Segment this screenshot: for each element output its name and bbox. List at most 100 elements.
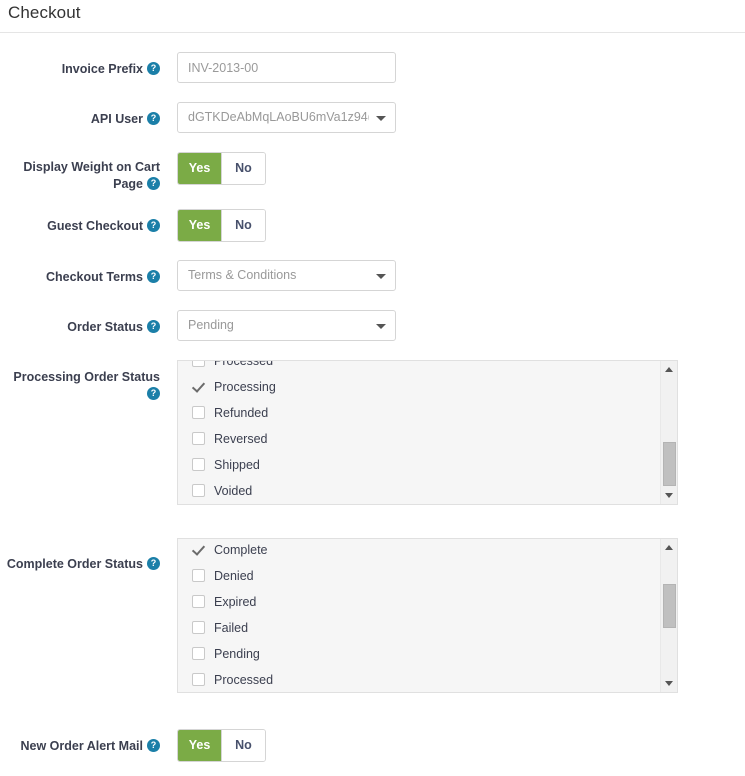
checkbox-icon[interactable] — [192, 361, 205, 368]
complete-order-status-listbox[interactable]: Complete Denied Expired Failed Pending Proces… — [177, 538, 678, 693]
control-display-weight: Yes No — [177, 152, 266, 185]
checkbox-icon[interactable] — [192, 406, 205, 420]
list-item[interactable]: Reversed — [178, 426, 660, 452]
title-divider — [0, 32, 745, 33]
list-item[interactable]: Denied — [178, 563, 660, 589]
label-checkout-terms: Checkout Terms? — [0, 269, 160, 286]
list-item[interactable]: Voided — [178, 478, 660, 504]
label-invoice-prefix-text: Invoice Prefix — [61, 62, 143, 77]
label-display-weight: Display Weight on Cart Page? — [0, 159, 160, 193]
list-item-label: Complete — [214, 543, 268, 557]
complete-order-status-viewport: Complete Denied Expired Failed Pending Proces… — [178, 539, 660, 692]
help-icon[interactable]: ? — [147, 270, 160, 284]
help-icon[interactable]: ? — [147, 112, 160, 126]
control-api-user: dGTKDeAbMqLAoBU6mVa1z94( — [177, 102, 396, 133]
control-invoice-prefix — [177, 52, 396, 83]
order-status-select-value: Pending — [188, 318, 234, 332]
list-item-label: Shipped — [214, 458, 260, 472]
label-guest-checkout-text: Guest Checkout — [47, 219, 143, 234]
help-icon[interactable]: ? — [147, 320, 160, 334]
checkbox-icon[interactable] — [192, 569, 205, 583]
control-new-order-alert-mail: Yes No — [177, 729, 266, 762]
checkbox-icon[interactable] — [192, 484, 205, 498]
display-weight-no-button[interactable]: No — [221, 153, 265, 184]
new-order-alert-mail-no-button[interactable]: No — [221, 730, 265, 761]
help-icon[interactable]: ? — [147, 219, 160, 233]
processing-order-status-listbox[interactable]: Processed Processing Refunded Reversed Shipp… — [177, 360, 678, 505]
checkbox-icon[interactable] — [192, 647, 205, 661]
label-order-status-text: Order Status — [67, 320, 143, 335]
label-api-user-text: API User — [90, 112, 143, 127]
control-guest-checkout: Yes No — [177, 209, 266, 242]
list-item[interactable]: Shipped — [178, 452, 660, 478]
guest-checkout-yes-button[interactable]: Yes — [178, 210, 221, 241]
control-processing-order-status: Processed Processing Refunded Reversed Shipp… — [177, 360, 678, 505]
list-item[interactable]: Refunded — [178, 400, 660, 426]
scroll-up-arrow-icon[interactable] — [661, 361, 677, 378]
list-item[interactable]: Pending — [178, 641, 660, 667]
label-api-user: API User? — [0, 111, 160, 128]
complete-order-status-list: Complete Denied Expired Failed Pending Proces… — [178, 539, 660, 692]
api-user-select[interactable]: dGTKDeAbMqLAoBU6mVa1z94( — [177, 102, 396, 133]
checkbox-checked-icon[interactable] — [192, 380, 205, 393]
label-complete-order-status-text: Complete Order Status — [6, 557, 143, 572]
processing-order-status-scrollbar[interactable] — [660, 361, 677, 504]
list-item[interactable]: Expired — [178, 589, 660, 615]
scrollbar-thumb[interactable] — [663, 442, 676, 486]
display-weight-yes-button[interactable]: Yes — [178, 153, 221, 184]
control-checkout-terms: Terms & Conditions — [177, 260, 396, 291]
order-status-select[interactable]: Pending — [177, 310, 396, 341]
list-item[interactable]: Complete — [178, 539, 660, 563]
label-invoice-prefix: Invoice Prefix? — [0, 61, 160, 78]
help-icon[interactable]: ? — [147, 387, 160, 401]
checkout-settings-page: Checkout Invoice Prefix? API User? dGTKD… — [0, 0, 745, 776]
scroll-up-arrow-icon[interactable] — [661, 539, 677, 556]
checkbox-icon[interactable] — [192, 673, 205, 687]
label-new-order-alert-mail-text: New Order Alert Mail — [20, 739, 144, 754]
scroll-down-arrow-icon[interactable] — [661, 487, 677, 504]
list-item-label: Expired — [214, 595, 257, 609]
list-item[interactable]: Failed — [178, 615, 660, 641]
scrollbar-thumb[interactable] — [663, 584, 676, 628]
list-item-label: Reversed — [214, 432, 268, 446]
checkout-terms-select-value: Terms & Conditions — [188, 268, 297, 282]
processing-order-status-viewport: Processed Processing Refunded Reversed Shipp… — [178, 361, 660, 504]
list-item[interactable]: Processed — [178, 361, 660, 374]
guest-checkout-no-button[interactable]: No — [221, 210, 265, 241]
list-item-label: Denied — [214, 569, 254, 583]
checkbox-icon[interactable] — [192, 595, 205, 609]
new-order-alert-mail-toggle[interactable]: Yes No — [177, 729, 266, 762]
label-new-order-alert-mail: New Order Alert Mail? — [0, 738, 160, 755]
control-complete-order-status: Complete Denied Expired Failed Pending Proces… — [177, 538, 678, 693]
checkbox-icon[interactable] — [192, 432, 205, 446]
checkout-terms-select[interactable]: Terms & Conditions — [177, 260, 396, 291]
label-checkout-terms-text: Checkout Terms — [45, 270, 143, 285]
list-item[interactable]: Processing — [178, 374, 660, 400]
list-item-label: Refunded — [214, 406, 269, 420]
help-icon[interactable]: ? — [147, 557, 160, 571]
label-complete-order-status: Complete Order Status? — [0, 556, 160, 573]
help-icon[interactable]: ? — [147, 62, 160, 76]
complete-order-status-scrollbar[interactable] — [660, 539, 677, 692]
help-icon[interactable]: ? — [147, 177, 160, 191]
help-icon[interactable]: ? — [147, 739, 160, 753]
page-title: Checkout — [8, 3, 81, 22]
api-user-select-value: dGTKDeAbMqLAoBU6mVa1z94( — [188, 110, 369, 124]
label-processing-order-status-text: Processing Order Status — [13, 370, 160, 385]
scroll-down-arrow-icon[interactable] — [661, 675, 677, 692]
checkbox-icon[interactable] — [192, 621, 205, 635]
list-item-label: Pending — [214, 647, 260, 661]
list-item[interactable]: Processed — [178, 667, 660, 692]
label-order-status: Order Status? — [0, 319, 160, 336]
display-weight-toggle[interactable]: Yes No — [177, 152, 266, 185]
checkbox-checked-icon[interactable] — [192, 543, 205, 556]
processing-order-status-list: Processed Processing Refunded Reversed Shipp… — [178, 361, 660, 504]
new-order-alert-mail-yes-button[interactable]: Yes — [178, 730, 221, 761]
list-item-label: Processed — [214, 361, 274, 368]
checkbox-icon[interactable] — [192, 458, 205, 472]
label-display-weight-text: Display Weight on Cart Page — [23, 160, 160, 192]
invoice-prefix-input[interactable] — [177, 52, 396, 83]
list-item-label: Failed — [214, 621, 249, 635]
guest-checkout-toggle[interactable]: Yes No — [177, 209, 266, 242]
list-item-label: Processing — [214, 380, 276, 394]
